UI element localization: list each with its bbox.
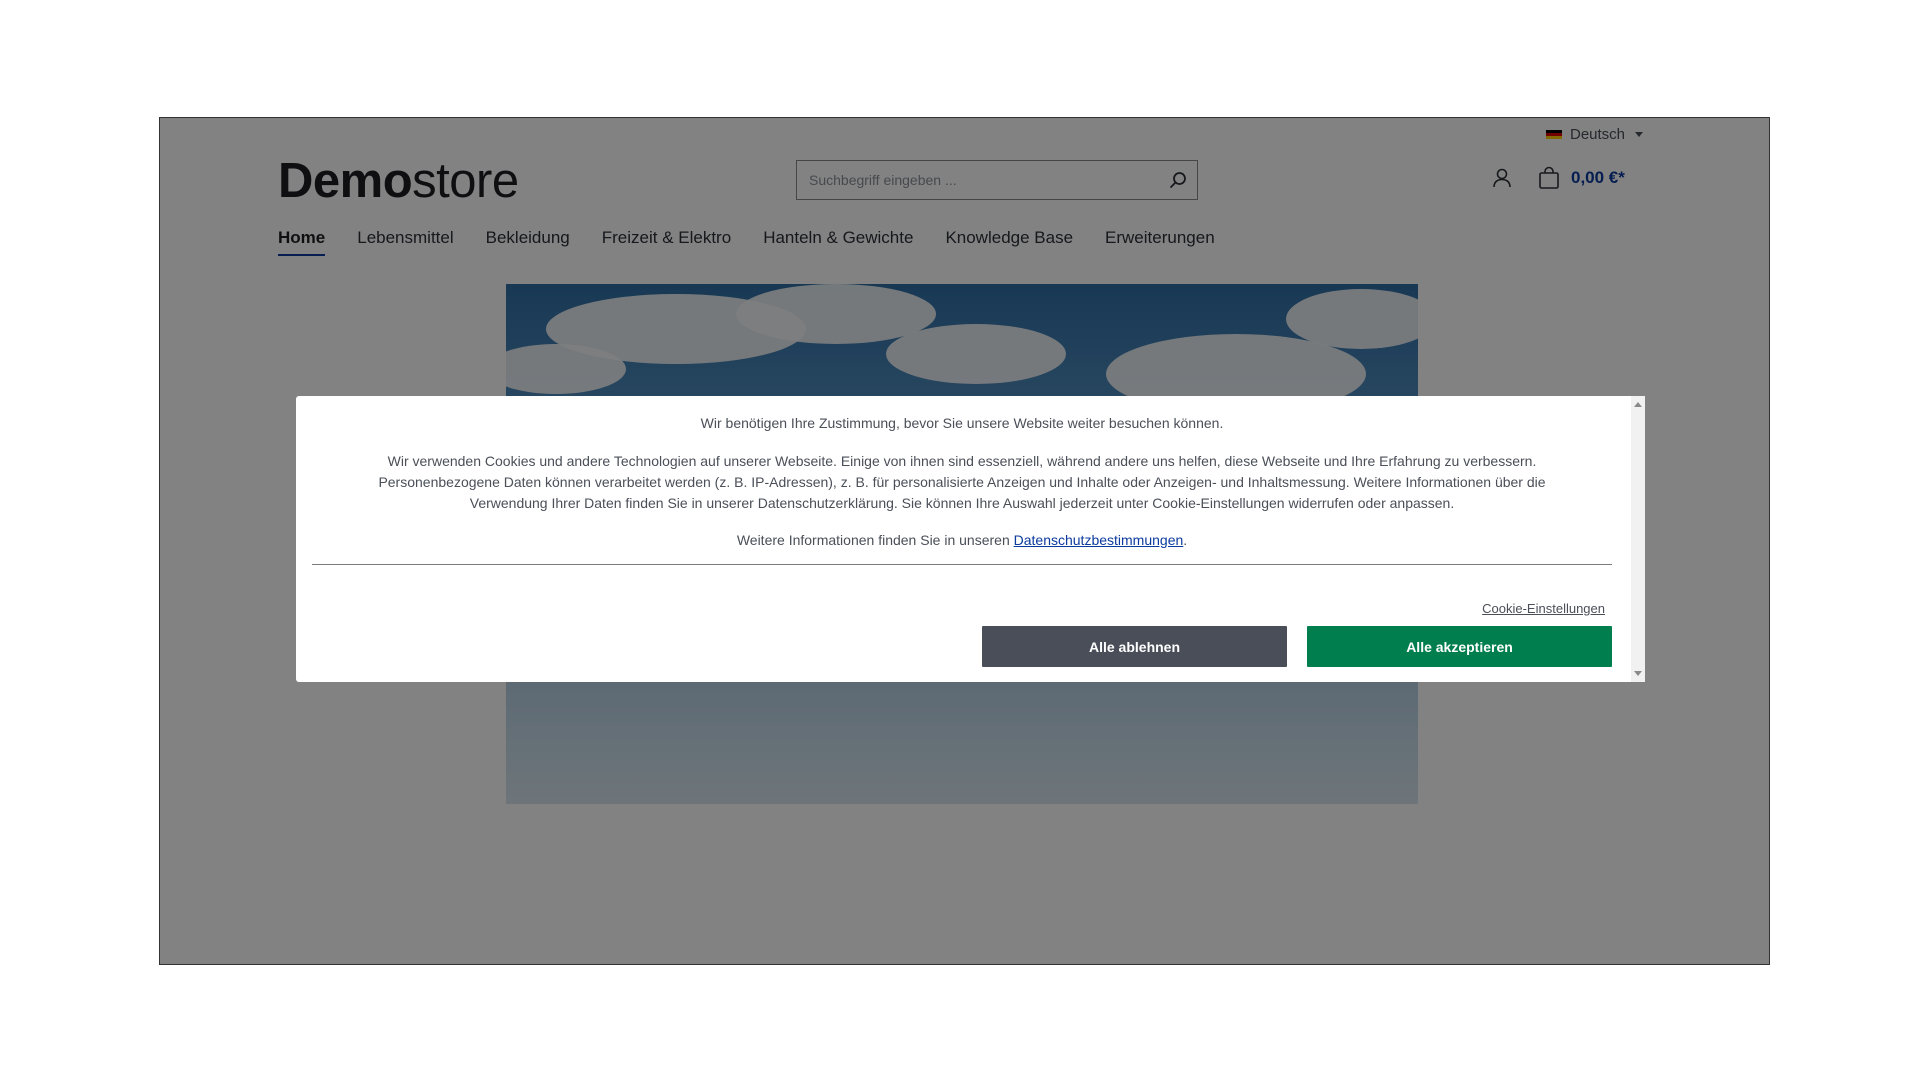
- divider: [312, 564, 1612, 565]
- dialog-scrollbar[interactable]: [1631, 396, 1645, 682]
- scroll-up-arrow-icon[interactable]: [1634, 402, 1642, 407]
- cookie-consent-dialog: Wir benötigen Ihre Zustimmung, bevor Sie…: [296, 396, 1645, 682]
- scroll-down-arrow-icon[interactable]: [1634, 671, 1642, 676]
- decline-all-button[interactable]: Alle ablehnen: [982, 626, 1287, 667]
- cookie-consent-content: Wir benötigen Ihre Zustimmung, bevor Sie…: [312, 396, 1612, 549]
- browser-viewport: Deutsch Demostore 0,00 €*: [159, 117, 1770, 965]
- privacy-policy-link[interactable]: Datenschutzbestimmungen: [1014, 532, 1184, 548]
- more-info-text: Weitere Informationen finden Sie in unse…: [312, 531, 1612, 549]
- cookie-headline: Wir benötigen Ihre Zustimmung, bevor Sie…: [700, 415, 1224, 431]
- accept-all-button[interactable]: Alle akzeptieren: [1307, 626, 1612, 667]
- cookie-description: Wir verwenden Cookies und andere Technol…: [312, 451, 1612, 514]
- cookie-text-line: Wir verwenden Cookies und andere Technol…: [387, 453, 1537, 469]
- more-info-suffix: .: [1183, 532, 1188, 548]
- cookie-settings-link[interactable]: Cookie-Einstellungen: [1482, 601, 1605, 616]
- cookie-text-line: Verwendung Ihrer Daten finden Sie in uns…: [469, 495, 1455, 511]
- more-info-prefix: Weitere Informationen finden Sie in unse…: [736, 532, 1014, 548]
- cookie-text-line: Personenbezogene Daten können verarbeite…: [378, 474, 1546, 490]
